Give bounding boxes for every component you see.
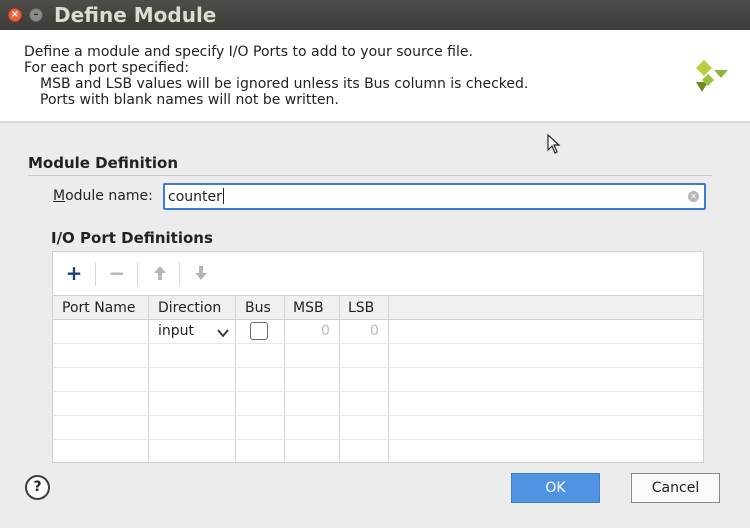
header-description-line: Define a module and specify I/O Ports to… bbox=[24, 44, 473, 60]
ok-button[interactable]: OK bbox=[511, 473, 600, 503]
header-description-line: MSB and LSB values will be ignored unles… bbox=[40, 76, 529, 92]
table-row[interactable] bbox=[53, 344, 703, 368]
close-icon[interactable]: × bbox=[8, 8, 22, 22]
table-row[interactable] bbox=[53, 392, 703, 416]
xilinx-logo-icon bbox=[696, 60, 728, 92]
column-header-bus[interactable]: Bus bbox=[245, 300, 271, 316]
table-row[interactable] bbox=[53, 416, 703, 440]
table-row[interactable]: input 0 0 bbox=[53, 320, 703, 344]
column-header-port-name[interactable]: Port Name bbox=[62, 300, 136, 316]
io-ports-panel: + − Port Name Direction Bus MSB LSB inpu… bbox=[52, 251, 704, 463]
arrow-up-icon[interactable] bbox=[147, 260, 173, 286]
msb-field[interactable]: 0 bbox=[321, 323, 330, 339]
title-bar: × – Define Module bbox=[0, 0, 750, 30]
table-header: Port Name Direction Bus MSB LSB bbox=[53, 295, 703, 320]
minus-icon[interactable]: − bbox=[104, 260, 130, 286]
io-port-definitions-heading: I/O Port Definitions bbox=[51, 229, 213, 247]
help-button[interactable]: ? bbox=[25, 475, 50, 500]
toolbar-separator bbox=[95, 262, 96, 286]
plus-icon[interactable]: + bbox=[61, 260, 87, 286]
section-divider bbox=[28, 175, 712, 176]
column-header-msb[interactable]: MSB bbox=[293, 300, 324, 316]
lsb-field[interactable]: 0 bbox=[370, 323, 379, 339]
module-name-label: Module name: bbox=[53, 188, 153, 204]
mouse-cursor-icon bbox=[547, 134, 561, 154]
window-title: Define Module bbox=[54, 3, 217, 27]
arrow-down-icon[interactable] bbox=[188, 260, 214, 286]
module-name-value: counter bbox=[168, 189, 222, 205]
minimize-icon[interactable]: – bbox=[29, 8, 43, 22]
direction-select[interactable]: input bbox=[158, 323, 194, 339]
module-name-input[interactable]: counter ✕ bbox=[163, 183, 706, 210]
toolbar-separator bbox=[137, 262, 138, 286]
dialog-header: Define a module and specify I/O Ports to… bbox=[0, 30, 750, 123]
table-row[interactable] bbox=[53, 368, 703, 392]
bus-checkbox[interactable] bbox=[250, 322, 268, 340]
column-header-direction[interactable]: Direction bbox=[158, 300, 221, 316]
column-header-lsb[interactable]: LSB bbox=[348, 300, 374, 316]
toolbar-separator bbox=[179, 262, 180, 286]
cancel-button[interactable]: Cancel bbox=[631, 473, 720, 503]
header-description-line: Ports with blank names will not be writt… bbox=[40, 92, 339, 108]
ports-toolbar: + − bbox=[53, 252, 703, 294]
module-definition-heading: Module Definition bbox=[28, 154, 179, 172]
table-row[interactable] bbox=[53, 440, 703, 464]
chevron-down-icon[interactable] bbox=[217, 327, 229, 339]
header-description-line: For each port specified: bbox=[24, 60, 190, 76]
module-name-value-wrap: counter bbox=[168, 188, 224, 205]
text-caret bbox=[222, 188, 224, 204]
clear-icon[interactable]: ✕ bbox=[688, 191, 699, 202]
